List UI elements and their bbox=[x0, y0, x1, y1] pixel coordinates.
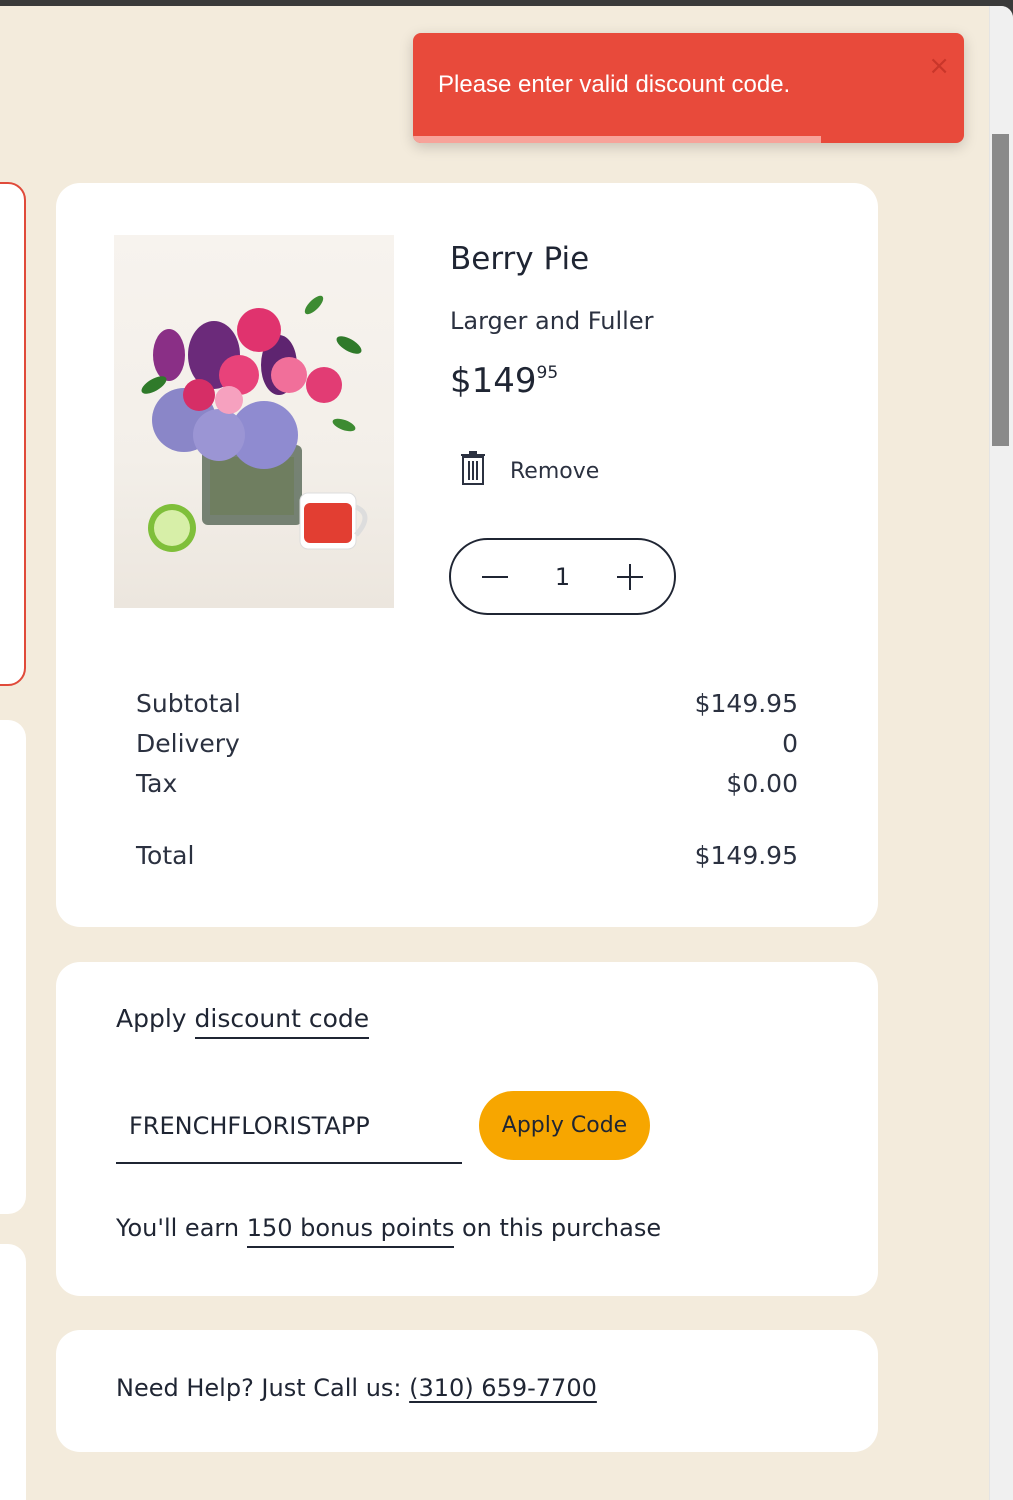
discount-card: Apply discount code Apply Code You'll ea… bbox=[56, 962, 878, 1296]
bonus-prefix: You'll earn bbox=[116, 1214, 240, 1242]
product-price: $14995 bbox=[450, 361, 558, 401]
trash-icon bbox=[458, 450, 488, 492]
left-panel-partial bbox=[0, 182, 26, 686]
discount-title: Apply discount code bbox=[116, 1004, 370, 1039]
bonus-points-link[interactable]: 150 bonus points bbox=[246, 1214, 455, 1248]
quantity-stepper: 1 bbox=[449, 538, 676, 615]
minus-icon bbox=[482, 575, 508, 578]
toast-message: Please enter valid discount code. bbox=[438, 71, 791, 98]
bonus-suffix: on this purchase bbox=[461, 1214, 662, 1242]
delivery-label: Delivery bbox=[136, 728, 240, 758]
total-label: Total bbox=[136, 840, 195, 870]
scrollbar-thumb[interactable] bbox=[992, 134, 1009, 446]
quantity-value: 1 bbox=[554, 562, 571, 591]
price-cents: 95 bbox=[536, 363, 559, 383]
close-icon[interactable]: × bbox=[928, 53, 950, 79]
subtotal-value: $149.95 bbox=[694, 688, 798, 718]
bonus-points-text: You'll earn 150 bonus points on this pur… bbox=[116, 1214, 662, 1248]
help-text: Need Help? Just Call us: (310) 659-7700 bbox=[116, 1374, 597, 1402]
discount-title-prefix: Apply bbox=[116, 1004, 187, 1033]
remove-button[interactable]: Remove bbox=[458, 451, 599, 491]
summary-row-tax: Tax $0.00 bbox=[136, 763, 798, 803]
tax-value: $0.00 bbox=[726, 768, 798, 798]
left-panel-partial bbox=[0, 1244, 26, 1500]
decrease-quantity-button[interactable] bbox=[477, 559, 513, 595]
cart-item-card: Berry Pie Larger and Fuller $14995 Remov… bbox=[56, 183, 878, 927]
summary-row-delivery: Delivery 0 bbox=[136, 723, 798, 763]
product-name: Berry Pie bbox=[450, 241, 590, 277]
discount-code-input[interactable] bbox=[116, 1090, 462, 1164]
error-toast: Please enter valid discount code. × bbox=[413, 33, 964, 143]
scrollbar[interactable] bbox=[989, 6, 1013, 1500]
summary-row-subtotal: Subtotal $149.95 bbox=[136, 683, 798, 723]
price-main: $149 bbox=[450, 361, 537, 401]
product-variant: Larger and Fuller bbox=[450, 307, 654, 335]
discount-code-link[interactable]: discount code bbox=[194, 1004, 370, 1039]
delivery-value: 0 bbox=[782, 728, 798, 758]
help-label: Need Help? Just Call us: bbox=[116, 1374, 402, 1402]
left-panel-partial bbox=[0, 720, 26, 1214]
plus-icon bbox=[617, 563, 643, 590]
cart-page: Berry Pie Larger and Fuller $14995 Remov… bbox=[0, 6, 1013, 1500]
apply-code-button[interactable]: Apply Code bbox=[479, 1091, 650, 1160]
toast-progress-bar bbox=[413, 136, 821, 143]
subtotal-label: Subtotal bbox=[136, 688, 241, 718]
remove-label: Remove bbox=[510, 458, 600, 484]
total-value: $149.95 bbox=[694, 840, 798, 870]
product-image bbox=[114, 235, 394, 608]
summary-row-total: Total $149.95 bbox=[136, 835, 798, 875]
tax-label: Tax bbox=[136, 768, 178, 798]
phone-link[interactable]: (310) 659-7700 bbox=[409, 1374, 597, 1402]
order-summary: Subtotal $149.95 Delivery 0 Tax $0.00 To… bbox=[136, 683, 798, 875]
help-card: Need Help? Just Call us: (310) 659-7700 bbox=[56, 1330, 878, 1452]
increase-quantity-button[interactable] bbox=[612, 559, 648, 595]
